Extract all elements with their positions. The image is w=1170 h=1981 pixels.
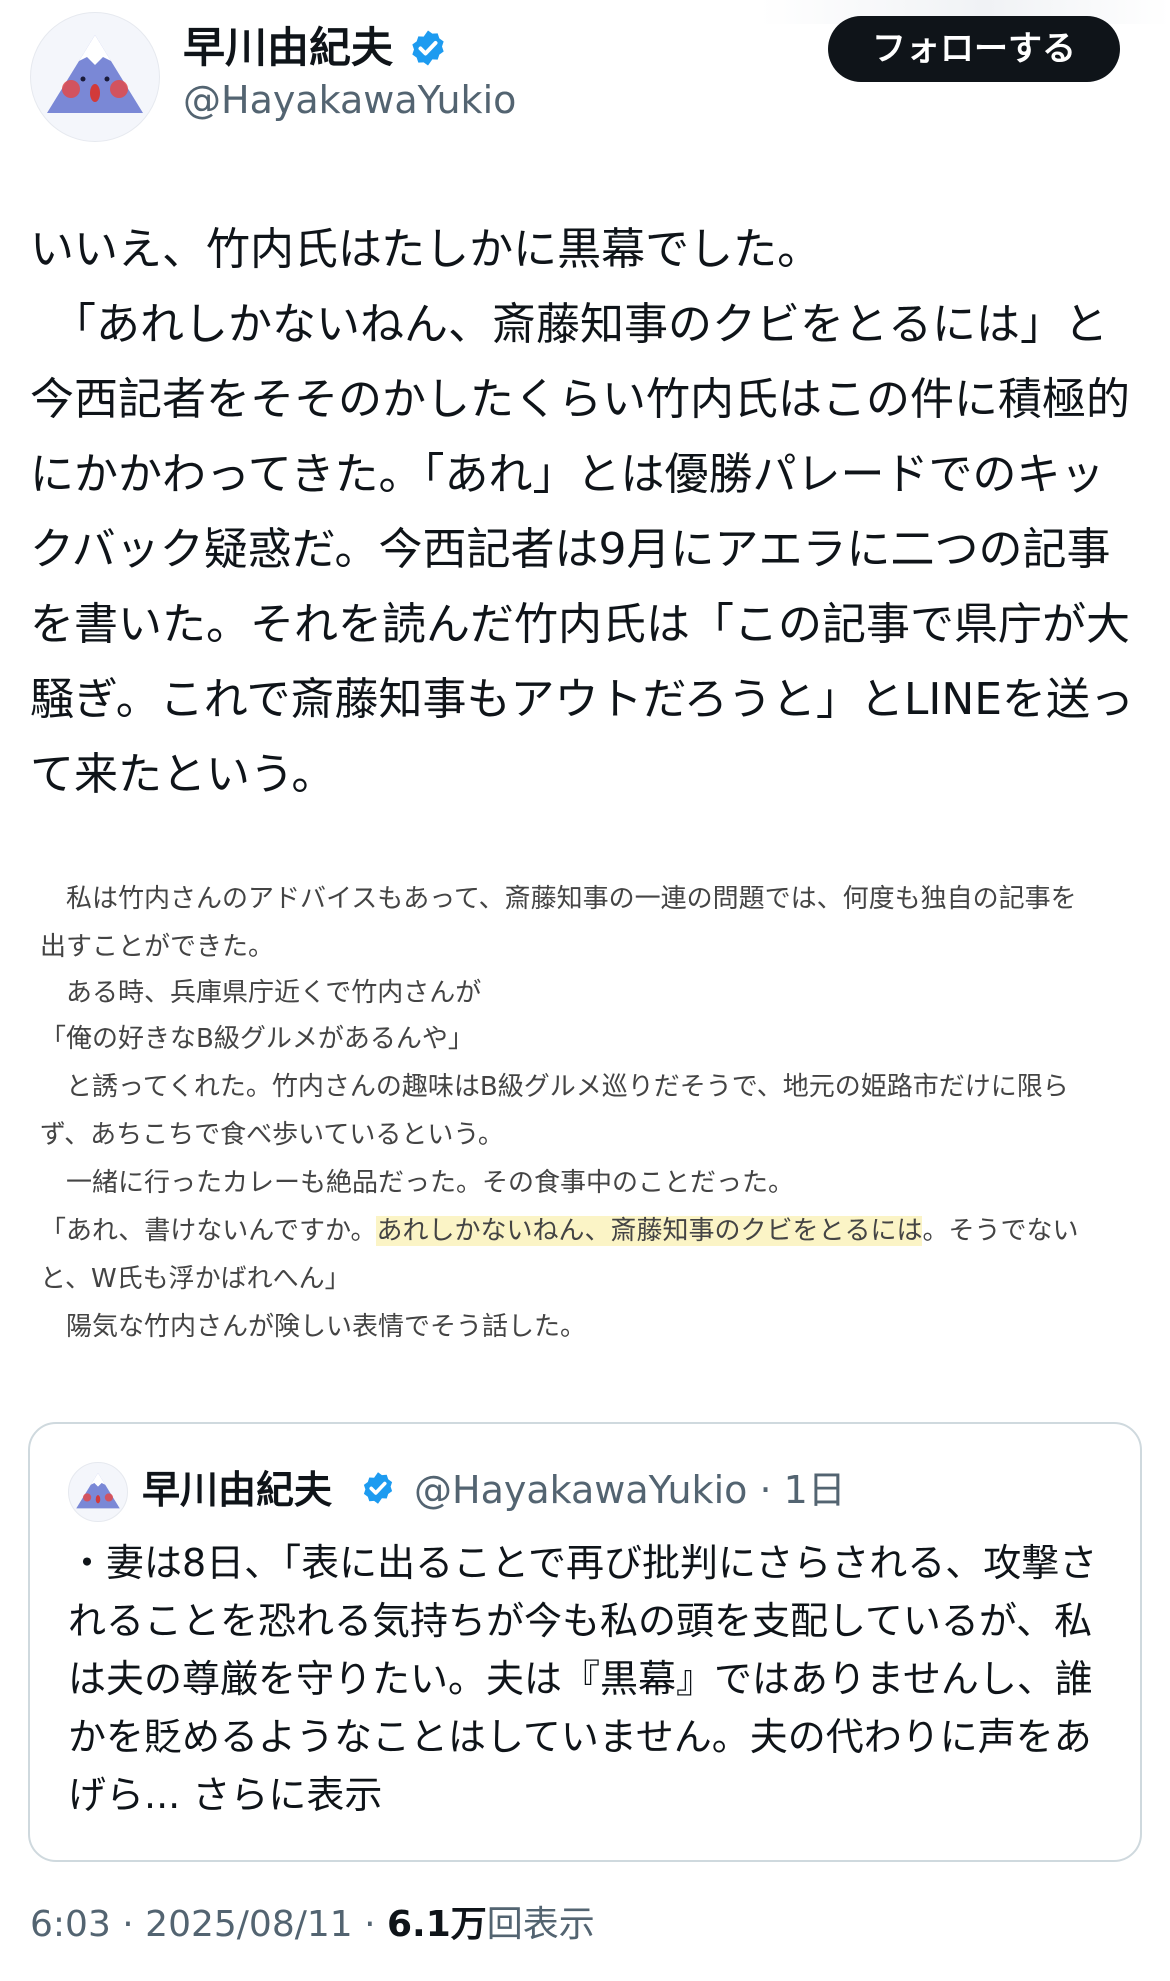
author-handle[interactable]: @HayakawaYukio [183, 74, 516, 126]
clip-line: 一緒に行ったカレーも絶品だった。その食事中のことだった。 [40, 1168, 795, 1198]
view-count: 6.1万 [387, 1904, 487, 1945]
quote-text: ・妻は8日、「表に出ることで再び批判にさらされる、攻撃されることを恐れる気持ちが… [68, 1534, 1108, 1824]
views-label: 回表示 [486, 1904, 595, 1945]
author-display-name[interactable]: 早川由紀夫 [183, 20, 393, 76]
quote-tweet-card[interactable]: 早川由紀夫 @HayakawaYukio · 1日 ・妻は8日、「表に出ることで… [28, 1422, 1142, 1862]
clip-highlight: あれしかないねん、斎藤知事のクビをとるには [376, 1216, 923, 1246]
clip-line: ず、あちこちで食べ歩いているという。 [40, 1120, 504, 1150]
clip-line: 出すことができた。 [40, 932, 275, 962]
show-more-link[interactable]: さらに表示 [192, 1773, 382, 1817]
clip-line: と誘ってくれた。竹内さんの趣味はB級グルメ巡りだそうで、地元の姫路市だけに限ら [40, 1072, 1069, 1102]
clip-text: 。そうでない [922, 1216, 1079, 1246]
clip-line: ある時、兵庫県庁近くで竹内さんが [40, 978, 482, 1008]
timestamp[interactable]: 6:03 · 2025/08/11 · [30, 1904, 387, 1945]
clip-line-with-highlight: 「あれ、書けないんですか。あれしかないねん、斎藤知事のクビをとるには。そうでない [40, 1212, 1078, 1250]
clip-text: 「あれ、書けないんですか。 [40, 1216, 377, 1246]
clip-line: と、W氏も浮かばれへん」 [40, 1264, 351, 1294]
author-avatar[interactable] [30, 12, 160, 142]
quote-author-handle-time[interactable]: @HayakawaYukio · 1日 [414, 1462, 846, 1518]
mount-fuji-face-icon [76, 1472, 120, 1509]
mount-fuji-face-icon [47, 35, 143, 113]
attached-image[interactable]: 私は竹内さんのアドバイスもあって、斎藤知事の一連の問題では、何度も独自の記事を … [30, 870, 1140, 1370]
quote-author-avatar[interactable] [68, 1462, 128, 1522]
clip-line: 陽気な竹内さんが険しい表情でそう話した。 [40, 1312, 587, 1342]
quote-author-display-name[interactable]: 早川由紀夫 [142, 1462, 332, 1518]
follow-button[interactable]: フォローする [828, 16, 1120, 82]
clip-line: 「俺の好きなB級グルメがあるんや」 [40, 1024, 474, 1054]
clip-line: 私は竹内さんのアドバイスもあって、斎藤知事の一連の問題では、何度も独自の記事を [40, 884, 1077, 914]
tweet-meta: 6:03 · 2025/08/11 · 6.1万回表示 [30, 1898, 595, 1952]
verified-badge-icon [412, 30, 444, 66]
verified-badge-icon [363, 1472, 393, 1504]
tweet-text: いいえ、竹内氏はたしかに黒幕でした。 「あれしかないねん、斎藤知事のクビをとるに… [30, 224, 1135, 800]
